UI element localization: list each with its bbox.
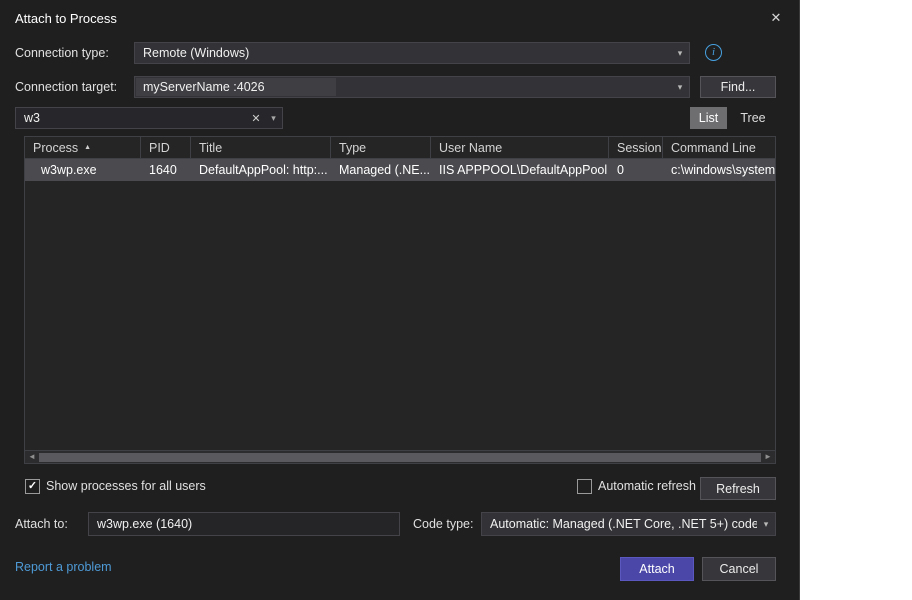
- connection-type-label: Connection type:: [15, 42, 109, 64]
- horizontal-scrollbar[interactable]: ◄ ►: [25, 450, 775, 463]
- process-filter-box: ✕ ▾: [15, 107, 283, 129]
- attach-button[interactable]: Attach: [620, 557, 694, 581]
- column-header-label: Type: [339, 141, 366, 155]
- code-type-value: Automatic: Managed (.NET Core, .NET 5+) …: [482, 517, 757, 531]
- connection-type-dropdown[interactable]: Remote (Windows) ▾: [134, 42, 690, 64]
- column-header-user-name[interactable]: User Name: [431, 137, 609, 158]
- column-header-title[interactable]: Title: [191, 137, 331, 158]
- column-header-label: Process: [33, 141, 78, 155]
- sort-asc-icon: ▲: [84, 144, 91, 151]
- column-header-type[interactable]: Type: [331, 137, 431, 158]
- show-all-users-label: Show processes for all users: [46, 476, 206, 496]
- attach-to-process-dialog: Attach to Process ✕ Connection type: Rem…: [0, 0, 800, 600]
- column-header-label: Title: [199, 141, 222, 155]
- cell-title: DefaultAppPool: http:...: [191, 159, 331, 181]
- connection-target-value: myServerName :4026: [135, 80, 671, 94]
- cell-process: w3wp.exe: [25, 159, 141, 181]
- cell-pid: 1640: [141, 159, 191, 181]
- code-type-label: Code type:: [413, 513, 473, 535]
- info-icon[interactable]: i: [705, 44, 722, 61]
- view-list-button[interactable]: List: [690, 107, 727, 129]
- filter-dropdown-icon[interactable]: ▾: [265, 113, 282, 124]
- cancel-button[interactable]: Cancel: [702, 557, 776, 581]
- cell-session: 0: [609, 159, 663, 181]
- column-header-label: User Name: [439, 141, 502, 155]
- column-header-label: Command Line: [671, 141, 756, 155]
- connection-target-label: Connection target:: [15, 76, 117, 98]
- close-icon[interactable]: ✕: [765, 8, 787, 28]
- refresh-button[interactable]: Refresh: [700, 477, 776, 500]
- attach-to-label: Attach to:: [15, 513, 68, 535]
- scroll-left-icon[interactable]: ◄: [25, 451, 39, 463]
- cell-user-name: IIS APPPOOL\DefaultAppPool: [431, 159, 609, 181]
- clear-filter-icon[interactable]: ✕: [247, 112, 265, 125]
- find-button[interactable]: Find...: [700, 76, 776, 98]
- column-header-pid[interactable]: PID: [141, 137, 191, 158]
- code-type-dropdown[interactable]: Automatic: Managed (.NET Core, .NET 5+) …: [481, 512, 776, 536]
- process-table-header: Process ▲ PID Title Type User Name Sessi…: [25, 137, 775, 159]
- chevron-down-icon: ▾: [671, 82, 689, 93]
- attach-to-field[interactable]: [88, 512, 400, 536]
- dialog-title: Attach to Process: [15, 11, 117, 26]
- column-header-session[interactable]: Session: [609, 137, 663, 158]
- cell-type: Managed (.NE...: [331, 159, 431, 181]
- process-filter-input[interactable]: [16, 111, 247, 125]
- process-table: Process ▲ PID Title Type User Name Sessi…: [24, 136, 776, 464]
- chevron-down-icon: ▾: [671, 48, 689, 59]
- chevron-down-icon: ▾: [757, 519, 775, 530]
- scroll-right-icon[interactable]: ►: [761, 451, 775, 463]
- automatic-refresh-checkbox[interactable]: [577, 479, 592, 494]
- table-row[interactable]: w3wp.exe 1640 DefaultAppPool: http:... M…: [25, 159, 775, 181]
- view-tree-button[interactable]: Tree: [733, 107, 773, 129]
- automatic-refresh-label: Automatic refresh: [598, 476, 696, 496]
- scrollbar-thumb[interactable]: [39, 453, 761, 462]
- connection-type-value: Remote (Windows): [135, 46, 671, 60]
- connection-target-combo[interactable]: myServerName :4026 ▾: [134, 76, 690, 98]
- column-header-label: Session: [617, 141, 661, 155]
- column-header-command-line[interactable]: Command Line: [663, 137, 775, 158]
- column-header-process[interactable]: Process ▲: [25, 137, 141, 158]
- cell-command-line: c:\windows\system: [663, 159, 775, 181]
- column-header-label: PID: [149, 141, 170, 155]
- report-a-problem-link[interactable]: Report a problem: [15, 560, 112, 574]
- show-all-users-checkbox[interactable]: ✓: [25, 479, 40, 494]
